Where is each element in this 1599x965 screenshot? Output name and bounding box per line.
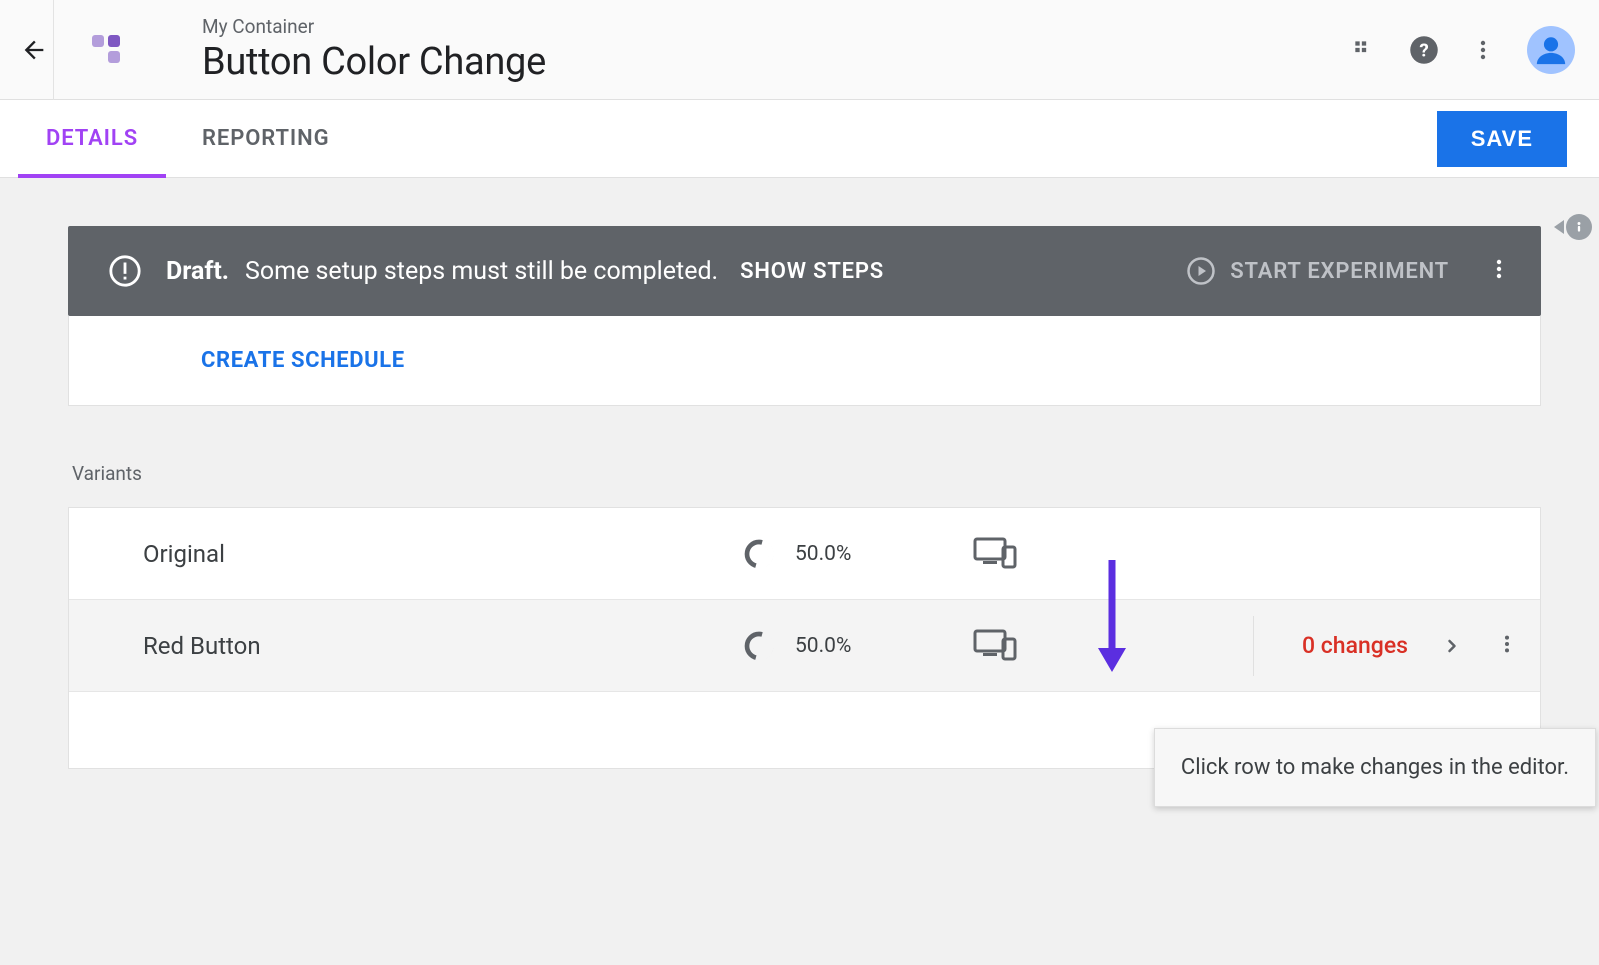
info-chip[interactable] <box>1554 214 1592 240</box>
variant-name: Original <box>143 540 743 568</box>
info-badge-icon <box>1566 214 1592 240</box>
weight-donut-icon <box>743 630 775 662</box>
page-title: Button Color Change <box>202 40 546 84</box>
back-button[interactable] <box>14 0 54 100</box>
variant-weight[interactable]: 50.0% <box>743 538 913 570</box>
chevron-right-icon <box>1442 636 1462 656</box>
variant-more-button[interactable] <box>1496 633 1518 659</box>
preview-button[interactable] <box>973 535 1017 573</box>
variants-label: Variants <box>72 462 1541 485</box>
tooltip-text: Click row to make changes in the editor. <box>1181 755 1569 780</box>
variant-weight[interactable]: 50.0% <box>743 630 913 662</box>
header-more-button[interactable] <box>1471 38 1495 62</box>
variant-row-original[interactable]: Original 50.0% <box>69 508 1540 600</box>
app-logo <box>82 25 132 75</box>
banner-more-button[interactable] <box>1487 257 1511 285</box>
show-steps-button[interactable]: SHOW STEPS <box>740 259 884 284</box>
status-label: Draft. <box>166 257 229 286</box>
status-banner: Draft. Some setup steps must still be co… <box>68 226 1541 316</box>
optimize-logo-icon <box>82 25 132 75</box>
apps-grid-icon <box>1351 37 1377 63</box>
status-message: Some setup steps must still be completed… <box>245 257 718 286</box>
help-button[interactable]: ? <box>1409 35 1439 65</box>
tooltip: Click row to make changes in the editor. <box>1154 728 1596 807</box>
devices-icon <box>973 535 1017 569</box>
help-icon: ? <box>1409 35 1439 65</box>
apps-button[interactable] <box>1351 37 1377 63</box>
svg-text:?: ? <box>1419 39 1428 61</box>
changes-link[interactable]: 0 changes <box>1302 632 1408 659</box>
create-schedule-button[interactable]: CREATE SCHEDULE <box>201 348 405 373</box>
preview-button[interactable] <box>973 627 1017 665</box>
back-arrow-icon <box>20 36 48 64</box>
play-circle-icon <box>1186 256 1216 286</box>
avatar[interactable] <box>1527 26 1575 74</box>
title-block: My Container Button Color Change <box>202 15 546 84</box>
header: My Container Button Color Change ? <box>0 0 1599 100</box>
more-vert-icon <box>1496 633 1518 655</box>
content: Draft. Some setup steps must still be co… <box>0 178 1599 769</box>
triangle-left-icon <box>1554 220 1564 234</box>
save-button[interactable]: SAVE <box>1437 111 1567 167</box>
person-icon <box>1534 33 1568 67</box>
devices-icon <box>973 627 1017 661</box>
variant-name: Red Button <box>143 632 743 660</box>
tab-details[interactable]: DETAILS <box>46 100 138 177</box>
more-vert-icon <box>1487 257 1511 281</box>
tab-reporting[interactable]: REPORTING <box>202 100 329 177</box>
variant-row-red-button[interactable]: Red Button 50.0% 0 changes <box>69 600 1540 692</box>
start-experiment-button[interactable]: START EXPERIMENT <box>1186 256 1449 286</box>
container-name: My Container <box>202 15 546 38</box>
schedule-row: CREATE SCHEDULE <box>68 316 1541 406</box>
weight-donut-icon <box>743 538 775 570</box>
header-icons: ? <box>1351 26 1575 74</box>
alert-circle-icon <box>108 254 142 288</box>
more-vert-icon <box>1471 38 1495 62</box>
tabs-bar: DETAILS REPORTING SAVE <box>0 100 1599 178</box>
